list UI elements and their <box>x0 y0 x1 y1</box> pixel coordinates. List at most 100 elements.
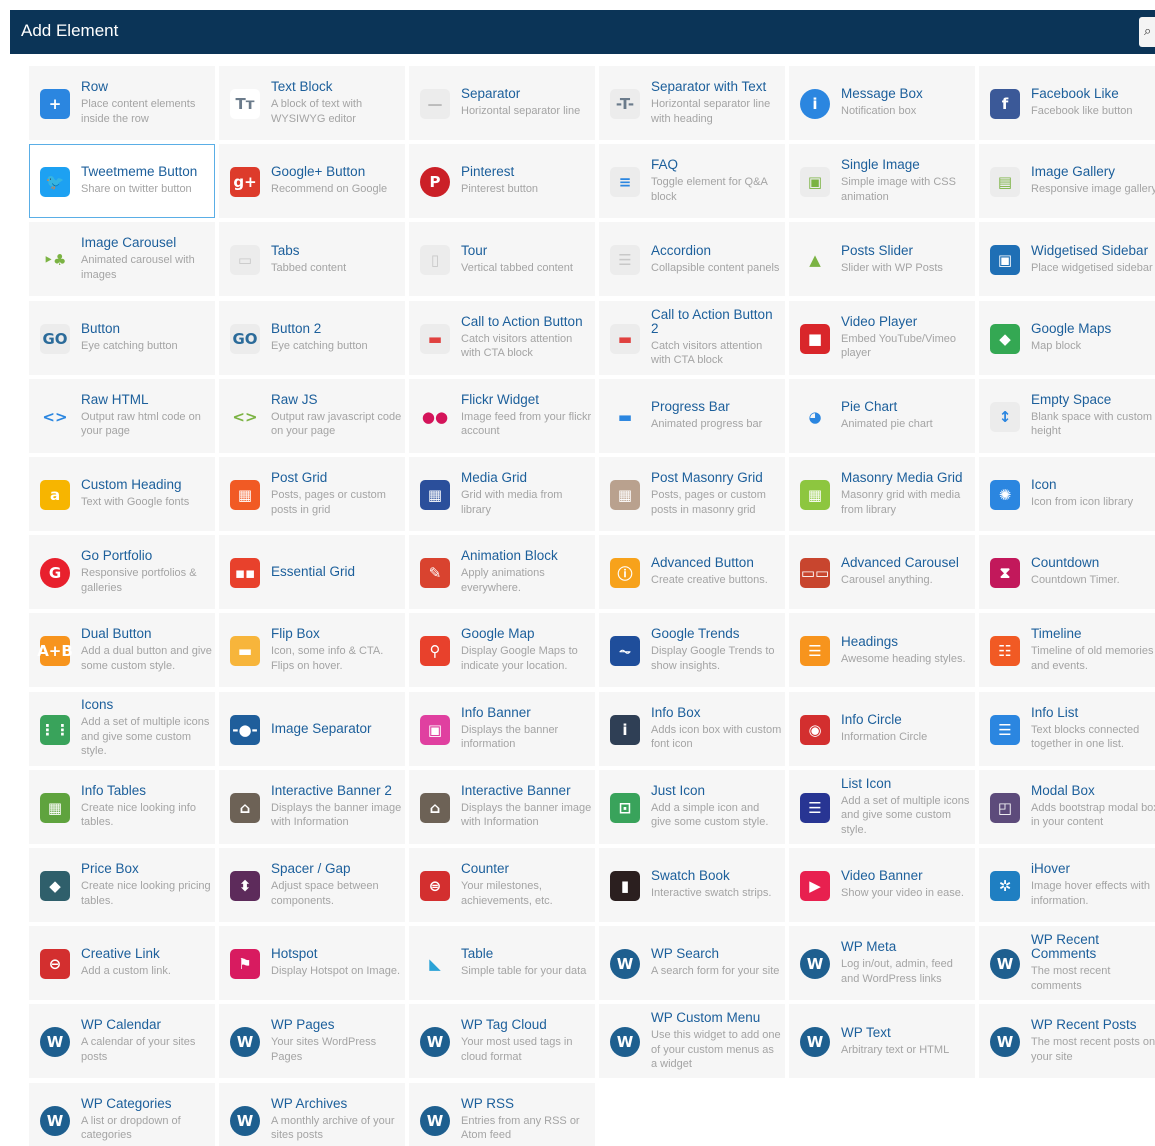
search-input[interactable]: ⌕ <box>1139 17 1155 47</box>
element-card-essential-grid[interactable]: ▪▪ Essential Grid <box>219 535 405 610</box>
element-card-faq[interactable]: ≡ FAQ Toggle element for Q&A block <box>599 144 785 219</box>
element-card-tour[interactable]: ▯ Tour Vertical tabbed content <box>409 222 595 297</box>
element-title: Text Block <box>271 79 333 94</box>
wordpress-icon: W <box>230 1105 260 1136</box>
element-card-text-block[interactable]: Tт Text Block A block of text with WYSIWYG… <box>219 66 405 140</box>
element-title: Timeline <box>1031 626 1082 642</box>
element-card-list-icon[interactable]: ☰ List Icon Add a set of multiple icons an… <box>789 769 975 844</box>
element-card-interactive-banner-2[interactable]: ⌂ Interactive Banner 2 Displays the banner… <box>219 769 405 844</box>
element-card-media-grid[interactable]: ▦ Media Grid Grid with media from library <box>409 457 595 531</box>
element-card-wp-custom-menu[interactable]: W WP Custom Menu Use this widget to add on… <box>599 1004 785 1079</box>
element-card-message-box[interactable]: i Message Box Notification box <box>789 66 975 140</box>
element-card-image-gallery[interactable]: ▤ Image Gallery Responsive image gallery <box>979 144 1155 219</box>
element-card-call-to-action-button[interactable]: ▬ Call to Action Button Catch visitors att… <box>409 300 595 375</box>
element-card-post-grid[interactable]: ▦ Post Grid Posts, pages or custom posts i… <box>219 457 405 531</box>
element-card-table[interactable]: ◣ Table Simple table for your data <box>409 926 595 1001</box>
element-card-image-separator[interactable]: -●- Image Separator <box>219 691 405 766</box>
element-title: Single Image <box>841 157 920 173</box>
element-card-button[interactable]: GO Button Eye catching button <box>29 300 215 375</box>
element-text: Advanced Button Create creative buttons. <box>651 536 782 608</box>
element-card-google-map[interactable]: ⚲ Google Map Display Google Maps to indica… <box>409 613 595 688</box>
element-card-icons[interactable]: ⋮⋮ Icons Add a set of multiple icons and g… <box>29 691 215 766</box>
element-card-wp-categories[interactable]: W WP Categories A list or dropdown of cate… <box>29 1082 215 1146</box>
element-card-wp-pages[interactable]: W WP Pages Your sites WordPress Pages <box>219 1004 405 1079</box>
element-card-facebook-like[interactable]: f Facebook Like Facebook like button <box>979 66 1155 140</box>
element-card-animation-block[interactable]: ✎ Animation Block Apply animations everywh… <box>409 535 595 610</box>
element-description: Show your video in ease. <box>841 887 964 900</box>
element-card-separator-with-text[interactable]: -T- Separator with Text Horizontal separat… <box>599 66 785 140</box>
element-card-custom-heading[interactable]: a Custom Heading Text with Google fonts <box>29 457 215 531</box>
price-box-icon: ◆ <box>40 871 70 901</box>
element-card-wp-recent-comments[interactable]: W WP Recent Comments The most recent comme… <box>979 926 1155 1001</box>
element-card-info-list[interactable]: ☰ Info List Text blocks connected together… <box>979 691 1155 766</box>
element-card-hotspot[interactable]: ⚑ Hotspot Display Hotspot on Image. <box>219 926 405 1001</box>
element-card-info-box[interactable]: i Info Box Adds icon box with custom font … <box>599 691 785 766</box>
element-card-interactive-banner[interactable]: ⌂ Interactive Banner Displays the banner i… <box>409 769 595 844</box>
search-icon: ⌕ <box>1144 23 1152 38</box>
wordpress-icon: W <box>800 949 830 980</box>
element-card-timeline[interactable]: ☷ Timeline Timeline of old memories and ev… <box>979 613 1155 688</box>
element-card-pie-chart[interactable]: ◕ Pie Chart Animated pie chart <box>789 378 975 453</box>
element-card-accordion[interactable]: ☰ Accordion Collapsible content panels <box>599 222 785 297</box>
swatch-book-icon: ▮ <box>610 871 640 901</box>
element-card-wp-calendar[interactable]: W WP Calendar A calendar of your sites pos… <box>29 1004 215 1079</box>
element-card-video-banner[interactable]: ▶ Video Banner Show your video in ease. <box>789 848 975 922</box>
element-title: Row <box>81 79 109 94</box>
element-card-price-box[interactable]: ◆ Price Box Create nice looking pricing ta… <box>29 848 215 922</box>
element-card-google-trends[interactable]: ⏦ Google Trends Display Google Trends to s… <box>599 613 785 688</box>
element-card-raw-js[interactable]: <> Raw JS Output raw javascript code on yo… <box>219 378 405 453</box>
element-card-wp-search[interactable]: W WP Search A search form for your site <box>599 926 785 1001</box>
element-card-wp-text[interactable]: W WP Text Arbitrary text or HTML <box>789 1004 975 1079</box>
element-card-widgetised-sidebar[interactable]: ▣ Widgetised Sidebar Place widgetised side… <box>979 222 1155 297</box>
element-card-advanced-button[interactable]: ⓘ Advanced Button Create creative buttons. <box>599 535 785 610</box>
element-title: WP Pages <box>271 1017 335 1033</box>
element-card-flip-box[interactable]: ▬ Flip Box Icon, some info & CTA. Flips on… <box>219 613 405 688</box>
element-card-progress-bar[interactable]: ▬ Progress Bar Animated progress bar <box>599 378 785 453</box>
element-card-modal-box[interactable]: ◰ Modal Box Adds bootstrap modal box in yo… <box>979 769 1155 844</box>
element-card-wp-meta[interactable]: W WP Meta Log in/out, admin, feed and Word… <box>789 926 975 1001</box>
element-card-go-portfolio[interactable]: G Go Portfolio Responsive portfolios & gal… <box>29 535 215 610</box>
element-text: FAQ Toggle element for Q&A block <box>651 145 782 217</box>
element-card-pinterest[interactable]: P Pinterest Pinterest button <box>409 144 595 219</box>
element-card-headings[interactable]: ☰ Headings Awesome heading styles. <box>789 613 975 688</box>
element-card-icon[interactable]: ✺ Icon Icon from icon library <box>979 457 1155 531</box>
element-card-flickr-widget[interactable]: ●● Flickr Widget Image feed from your flic… <box>409 378 595 453</box>
element-card-info-banner[interactable]: ▣ Info Banner Displays the banner informat… <box>409 691 595 766</box>
element-card-ihover[interactable]: ✲ iHover Image hover effects with informat… <box>979 848 1155 922</box>
element-card-creative-link[interactable]: ⊖ Creative Link Add a custom link. <box>29 926 215 1001</box>
element-card-wp-recent-posts[interactable]: W WP Recent Posts The most recent posts on… <box>979 1004 1155 1079</box>
element-card-swatch-book[interactable]: ▮ Swatch Book Interactive swatch strips. <box>599 848 785 922</box>
element-card-advanced-carousel[interactable]: ▭▭ Advanced Carousel Carousel anything. <box>789 535 975 610</box>
element-card-countdown[interactable]: ⧗ Countdown Countdown Timer. <box>979 535 1155 610</box>
element-card-post-masonry-grid[interactable]: ▦ Post Masonry Grid Posts, pages or custom… <box>599 457 785 531</box>
element-card-spacer-gap[interactable]: ⬍ Spacer / Gap Adjust space between compon… <box>219 848 405 922</box>
element-card-info-circle[interactable]: ◉ Info Circle Information Circle <box>789 691 975 766</box>
element-text: Animation Block Apply animations everywhe… <box>461 536 592 608</box>
element-card-wp-archives[interactable]: W WP Archives A monthly archive of your si… <box>219 1082 405 1146</box>
element-card-video-player[interactable]: ■ Video Player Embed YouTube/Vimeo player <box>789 300 975 375</box>
element-card-tweetmeme-button[interactable]: 🐦 Tweetmeme Button Share on twitter button <box>29 144 215 219</box>
element-card-empty-space[interactable]: ↕ Empty Space Blank space with custom heig… <box>979 378 1155 453</box>
element-title: Button 2 <box>271 320 322 336</box>
element-card-wp-tag-cloud[interactable]: W WP Tag Cloud Your most used tags in clou… <box>409 1004 595 1079</box>
element-card-call-to-action-button-2[interactable]: ▬ Call to Action Button 2 Catch visitors a… <box>599 300 785 375</box>
element-card-wp-rss[interactable]: W WP RSS Entries from any RSS or Atom feed <box>409 1082 595 1146</box>
element-card-separator[interactable]: — Separator Horizontal separator line <box>409 66 595 140</box>
element-card-raw-html[interactable]: <> Raw HTML Output raw html code on your p… <box>29 378 215 453</box>
element-card-single-image[interactable]: ▣ Single Image Simple image with CSS anima… <box>789 144 975 219</box>
element-card-row[interactable]: + Row Place content elements inside the ro… <box>29 66 215 140</box>
element-card-posts-slider[interactable]: ▲ Posts Slider Slider with WP Posts <box>789 222 975 297</box>
element-card-just-icon[interactable]: ⊡ Just Icon Add a simple icon and give som… <box>599 769 785 844</box>
element-card-google-maps[interactable]: ◆ Google Maps Map block <box>979 300 1155 375</box>
element-card-masonry-media-grid[interactable]: ▦ Masonry Media Grid Masonry grid with med… <box>789 457 975 531</box>
element-card-image-carousel[interactable]: ‣♣ Image Carousel Animated carousel with i… <box>29 222 215 297</box>
element-card-button-2[interactable]: GO Button 2 Eye catching button <box>219 300 405 375</box>
element-title: Separator with Text <box>651 79 767 94</box>
element-card-dual-button[interactable]: A+B Dual Button Add a dual button and give… <box>29 613 215 688</box>
element-title: Tabs <box>271 242 300 258</box>
wordpress-icon: W <box>40 1027 70 1058</box>
element-card-tabs[interactable]: ▭ Tabs Tabbed content <box>219 222 405 297</box>
element-card-info-tables[interactable]: ▦ Info Tables Create nice looking info tab… <box>29 769 215 844</box>
element-card-google-button[interactable]: g+ Google+ Button Recommend on Google <box>219 144 405 219</box>
element-card-counter[interactable]: ⊜ Counter Your milestones, achievements, e… <box>409 848 595 922</box>
